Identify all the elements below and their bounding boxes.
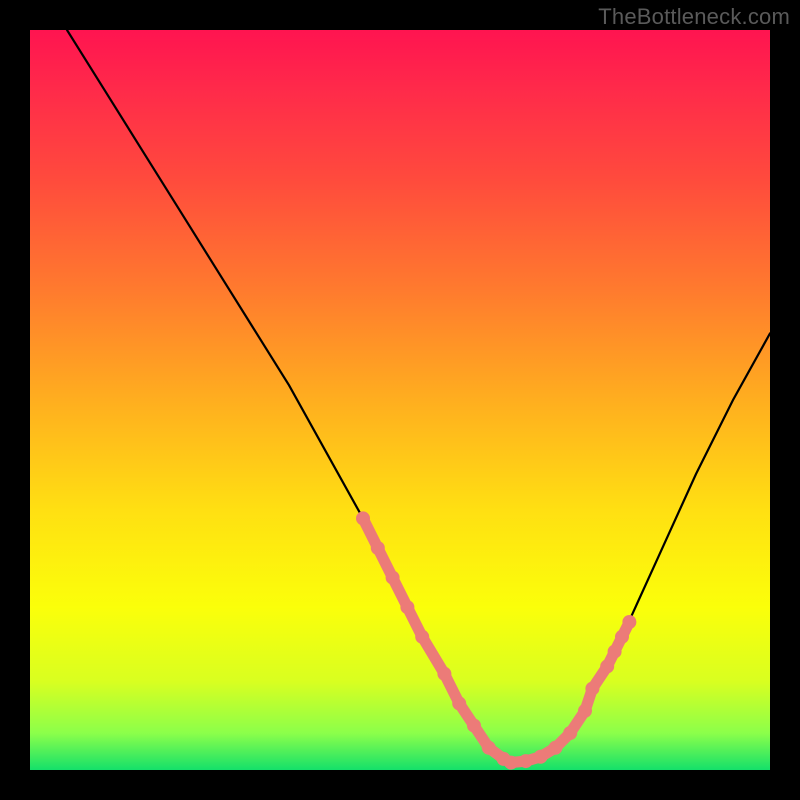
marker-dot — [415, 630, 429, 644]
marker-dot — [356, 511, 370, 525]
marker-dot — [600, 659, 614, 673]
bottleneck-curve-path — [67, 30, 770, 763]
marker-dot — [504, 756, 518, 770]
chart-overlay — [30, 30, 770, 770]
marker-dot — [452, 696, 466, 710]
marker-dot — [534, 750, 548, 764]
marker-dot — [371, 541, 385, 555]
chart-frame: TheBottleneck.com — [0, 0, 800, 800]
watermark-text: TheBottleneck.com — [598, 4, 790, 30]
marker-dot — [548, 741, 562, 755]
marker-dot — [386, 571, 400, 585]
marker-dot — [563, 726, 577, 740]
marker-dot — [622, 615, 636, 629]
marker-dot — [615, 630, 629, 644]
marker-dot — [482, 741, 496, 755]
marker-dot — [608, 645, 622, 659]
marker-dot — [578, 704, 592, 718]
marker-dot — [400, 600, 414, 614]
marker-dot — [585, 682, 599, 696]
marker-group — [356, 511, 636, 769]
marker-dot — [519, 754, 533, 768]
marker-dot — [437, 667, 451, 681]
marker-dot — [467, 719, 481, 733]
plot-area — [30, 30, 770, 770]
